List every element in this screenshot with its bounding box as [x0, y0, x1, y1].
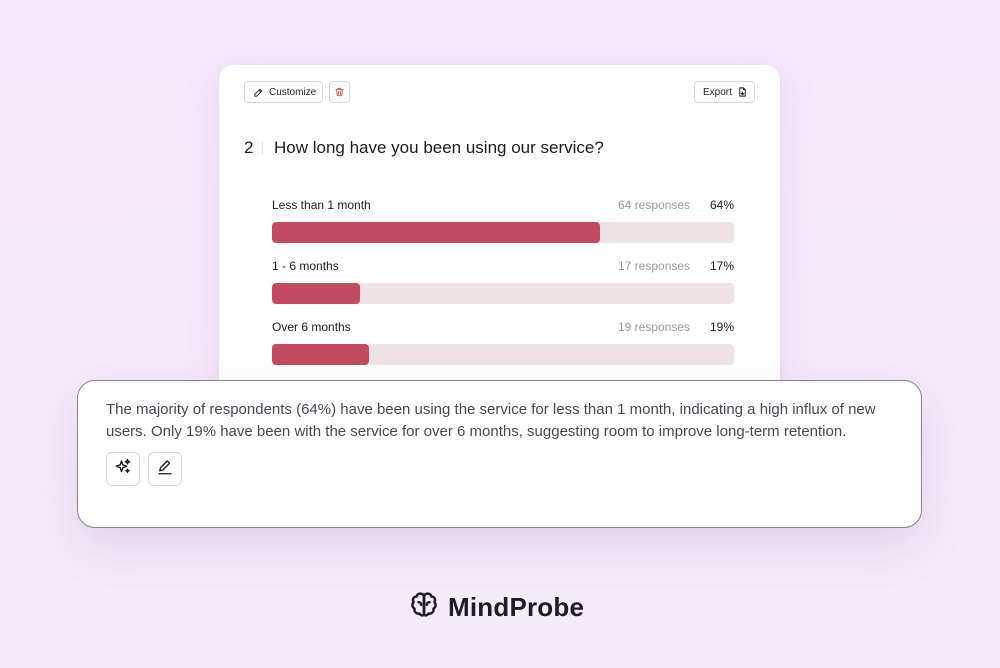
file-export-icon: [737, 86, 748, 98]
option-bar-track: [272, 222, 734, 243]
option-responses: 64 responses: [618, 198, 691, 212]
brain-icon: [409, 590, 439, 625]
option-responses: 19 responses: [618, 320, 691, 334]
question-text: How long have you been using our service…: [274, 138, 604, 157]
brand-logo: MindProbe: [409, 590, 584, 625]
option-label: Over 6 months: [272, 320, 351, 334]
question-number: 2: [244, 138, 254, 157]
edit-summary-button[interactable]: [148, 452, 182, 486]
option-bar-fill: [272, 222, 601, 243]
question-heading: 2 How long have you been using our servi…: [244, 138, 604, 158]
option-percent: 64%: [709, 198, 734, 212]
question-results-card: Customize Export 2 How long have you bee…: [219, 65, 780, 410]
sparkles-icon: [114, 458, 132, 481]
option-percent: 17%: [709, 259, 734, 273]
pencil-icon: [156, 458, 174, 481]
export-label: Export: [703, 86, 732, 98]
trash-icon: [334, 86, 345, 98]
option-bar-fill: [272, 344, 370, 365]
option-label: Less than 1 month: [272, 198, 371, 212]
pencil-icon: [253, 87, 264, 98]
answer-option: Over 6 months 19 responses 19%: [272, 320, 734, 365]
option-responses: 17 responses: [618, 259, 691, 273]
customize-label: Customize: [269, 86, 317, 98]
answer-option: Less than 1 month 64 responses 64%: [272, 198, 734, 243]
summary-text: The majority of respondents (64%) have b…: [106, 401, 876, 440]
customize-button[interactable]: Customize: [244, 81, 323, 103]
option-percent: 19%: [709, 320, 734, 334]
regenerate-ai-button[interactable]: [106, 452, 140, 486]
ai-summary-panel: The majority of respondents (64%) have b…: [77, 380, 922, 528]
answer-option: 1 - 6 months 17 responses 17%: [272, 259, 734, 304]
question-divider: [262, 141, 263, 155]
option-bar-track: [272, 283, 734, 304]
brand-name: MindProbe: [448, 592, 585, 622]
export-button[interactable]: Export: [694, 81, 755, 103]
option-bar-track: [272, 344, 734, 365]
option-bar-fill: [272, 283, 360, 304]
option-label: 1 - 6 months: [272, 259, 339, 273]
delete-button[interactable]: [329, 81, 350, 103]
